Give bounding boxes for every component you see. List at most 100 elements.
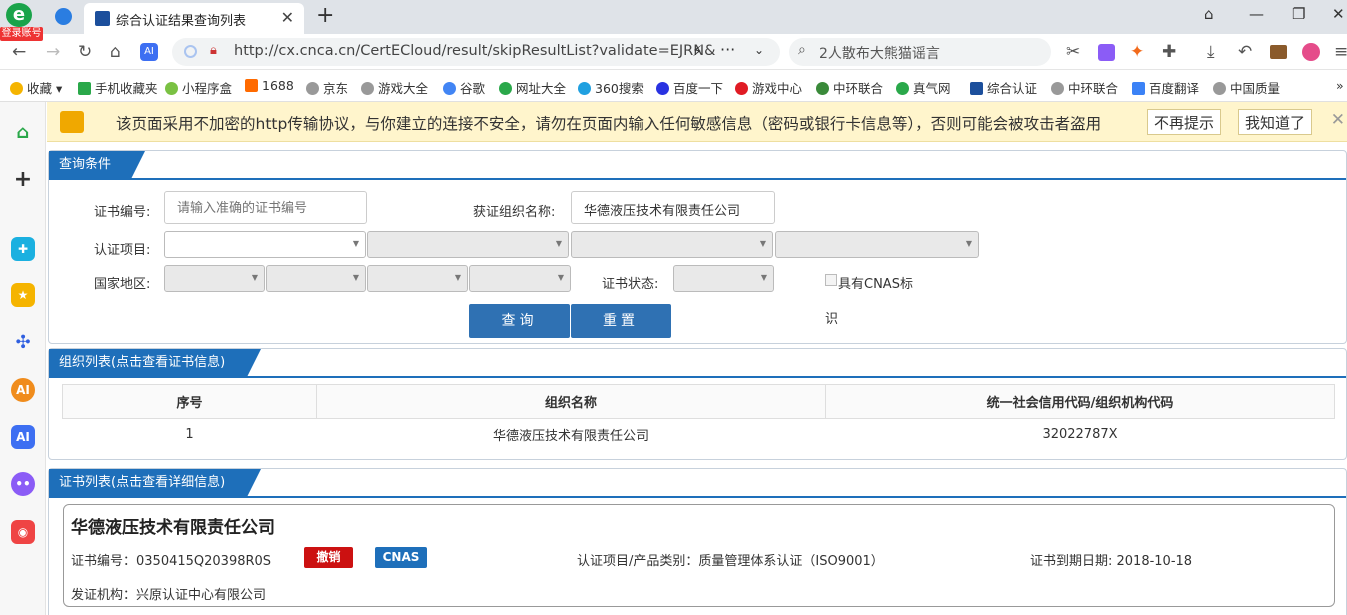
ai-icon[interactable]: AI [11,425,35,449]
project-select-2[interactable] [367,231,569,258]
search-button[interactable]: 查询 [469,304,570,338]
region-select-2[interactable] [266,265,366,292]
chat-bot-icon[interactable]: •• [11,472,35,496]
lightning-icon[interactable]: ⚡︎ [692,42,703,60]
cnas-label: 具有CNAS标 [838,277,913,292]
close-warning-icon[interactable]: ✕ [1331,110,1345,130]
column-header: 统一社会信用代码/组织机构代码 [825,384,1335,419]
got-it-button[interactable]: 我知道了 [1238,109,1313,135]
bookmark-item[interactable]: 游戏中心 [735,78,802,97]
translate-icon[interactable] [1098,44,1115,61]
gamepad-icon[interactable]: ◉ [11,520,35,544]
bookmark-item[interactable]: 真气网 [896,78,951,97]
menu-icon[interactable]: ≡ [1334,42,1347,62]
bookmark-item[interactable]: 小程序盒 [165,78,232,97]
bookmarks-overflow-icon[interactable]: » [1336,78,1344,93]
scissors-icon[interactable]: ✂ [1066,42,1080,62]
org-name-label: 获证组织名称: [473,205,556,220]
active-tab[interactable]: 综合认证结果查询列表 ✕ [84,3,304,34]
warning-icon [60,111,84,133]
site-favicon-icon [95,11,110,26]
plus-app-icon[interactable]: ✚ [11,237,35,261]
region-select-3[interactable] [367,265,468,292]
project-select-3[interactable] [571,231,773,258]
org-name-input[interactable]: 华德液压技术有限责任公司 [571,191,775,224]
query-panel: 查询条件 证书编号: 获证组织名称: 华德液压技术有限责任公司 认证项目: 国家… [48,150,1347,344]
game-icon[interactable]: ✦ [1130,42,1144,62]
ai-assistant-icon[interactable]: AI [11,378,35,402]
star-icon[interactable]: ★ [11,283,35,307]
project-select-4[interactable] [775,231,979,258]
cert-no-input[interactable] [164,191,367,224]
bookmark-item[interactable]: 谷歌 [443,78,485,97]
bookmark-item[interactable]: 京东 [306,78,348,97]
login-badge[interactable]: 登录账号 [0,27,43,41]
reload-icon[interactable]: ↻ [78,42,92,62]
url-text[interactable]: http://cx.cnca.cn/CertECloud/result/skip… [234,43,715,59]
extensions-icon[interactable]: ✚ [1162,42,1176,62]
briefcase-icon[interactable] [1270,45,1287,59]
bookmark-item[interactable]: 百度翻译 [1132,78,1199,97]
cert-card[interactable]: 华德液压技术有限责任公司 证书编号：0350415Q20398R0S 撤销 CN… [63,504,1335,607]
cert-list-panel: 证书列表(点击查看详细信息) 华德液压技术有限责任公司 证书编号：0350415… [48,468,1347,615]
bookmark-item[interactable]: 360搜索 [578,78,644,97]
insecure-lock-icon[interactable]: 🔒︎ [210,43,217,58]
tab-title: 综合认证结果查询列表 [116,14,247,29]
cert-project: 认证项目/产品类别：质量管理体系认证（ISO9001） [577,554,884,569]
status-label: 证书状态: [602,277,659,292]
assistant-icon[interactable] [1302,43,1320,61]
site-identity-icon[interactable] [184,45,197,58]
search-box[interactable]: ⌕ 2人散布大熊猫谣言 [789,38,1051,66]
new-tab-icon[interactable]: + [316,3,334,28]
bookmark-item[interactable]: 1688 [245,78,294,93]
status-select[interactable] [673,265,774,292]
cnas-badge: CNAS [375,547,427,568]
chevron-down-icon[interactable]: ⌄ [754,43,764,57]
bookmark-item[interactable]: 中环联合 [816,78,883,97]
reset-button[interactable]: 重置 [571,304,671,338]
bookmark-item[interactable]: 游戏大全 [361,78,428,97]
bookmark-item[interactable]: 收藏 ▾ [10,78,62,97]
insecure-warning-bar: 该页面采用不加密的http传输协议，与你建立的连接不安全，请勿在页面内输入任何敏… [47,102,1347,142]
download-icon[interactable]: ⤓ [1207,42,1215,62]
bookmark-item[interactable]: 中环联合 [1051,78,1118,97]
pinned-tab-icon[interactable] [55,8,72,25]
network-icon[interactable]: ✣ [11,331,35,355]
forward-icon[interactable]: → [46,42,60,62]
window-close-icon[interactable]: ✕ [1332,5,1345,23]
address-bar[interactable]: 🔒︎ http://cx.cnca.cn/CertECloud/result/s… [172,38,780,66]
project-select-1[interactable] [164,231,366,258]
more-icon[interactable]: ··· [720,40,735,59]
bookmark-item[interactable]: 综合认证 [970,78,1037,97]
cert-no-label: 证书编号: [94,205,151,220]
browser-logo-icon[interactable]: e [6,3,32,27]
cnas-label-wrap: 识 [825,312,839,327]
add-icon[interactable]: + [11,168,35,192]
minimize-icon[interactable]: — [1249,5,1264,23]
bookmark-item[interactable]: 百度一下 [656,78,723,97]
bookmark-item[interactable]: 手机收藏夹 [78,78,158,97]
home-icon[interactable]: ⌂ [110,42,121,62]
dont-remind-button[interactable]: 不再提示 [1147,109,1222,135]
shirt-icon[interactable]: ⌂ [1204,5,1214,23]
cert-list-header: 证书列表(点击查看详细信息) [49,469,261,497]
header-underline [49,178,1346,180]
table-row[interactable]: 1 华德液压技术有限责任公司 32022787X [63,419,1335,451]
org-name-cell[interactable]: 华德液压技术有限责任公司 [317,419,826,451]
search-query[interactable]: 2人散布大熊猫谣言 [819,43,940,63]
bookmark-item[interactable]: 网址大全 [499,78,566,97]
ai-icon[interactable]: AI [140,43,158,61]
restore-icon[interactable]: ❐ [1292,5,1305,23]
column-header: 组织名称 [316,384,826,419]
project-label: 认证项目: [94,243,151,258]
region-select-1[interactable] [164,265,265,292]
org-table: 序号 组织名称 统一社会信用代码/组织机构代码 1 华德液压技术有限责任公司 3… [62,384,1335,451]
region-label: 国家地区: [94,277,151,292]
region-select-4[interactable] [469,265,571,292]
back-icon[interactable]: ← [12,42,26,62]
tab-close-icon[interactable]: ✕ [281,8,294,27]
undo-icon[interactable]: ↶ [1238,42,1252,62]
bookmark-item[interactable]: 中国质量 [1213,78,1280,97]
home-icon[interactable]: ⌂ [11,121,35,145]
cnas-checkbox[interactable] [825,274,837,286]
